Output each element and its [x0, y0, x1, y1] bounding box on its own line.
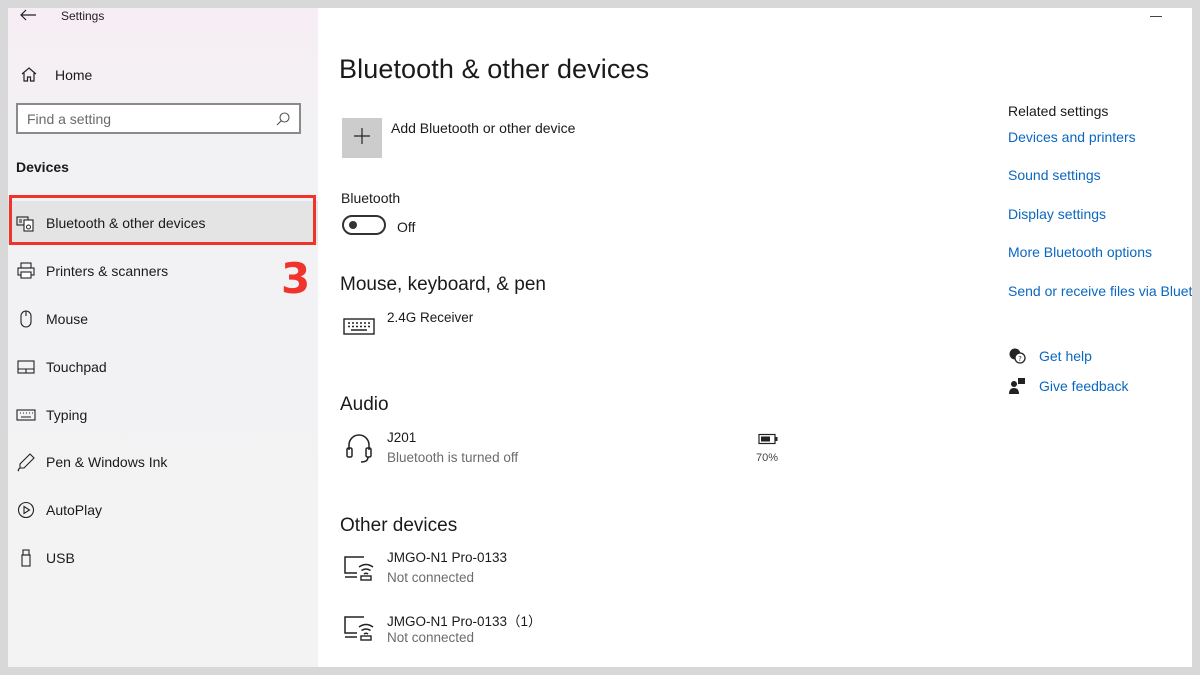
- sidebar: Settings Home Find a setting Devices Blu…: [8, 8, 318, 667]
- search-icon[interactable]: [275, 111, 291, 127]
- device-status: Not connected: [387, 630, 475, 645]
- sidebar-item-label: Bluetooth & other devices: [46, 215, 206, 231]
- bluetooth-devices-icon: [16, 213, 36, 233]
- keyboard-icon: [16, 405, 36, 425]
- add-device-button[interactable]: [342, 118, 382, 158]
- link-more-bluetooth-options[interactable]: More Bluetooth options: [1008, 244, 1152, 260]
- bluetooth-state: Off: [397, 219, 416, 235]
- give-feedback-link[interactable]: Give feedback: [1008, 377, 1129, 395]
- group-title-mouse: Mouse, keyboard, & pen: [340, 274, 546, 295]
- group-title-audio: Audio: [340, 394, 389, 415]
- device-name: JMGO-N1 Pro-0133（1）: [387, 614, 542, 629]
- usb-icon: [16, 548, 36, 568]
- sidebar-item-label: Touchpad: [46, 359, 107, 375]
- battery-indicator: 70%: [756, 432, 796, 464]
- link-send-receive-files[interactable]: Send or receive files via Blueto: [1008, 283, 1192, 299]
- back-arrow-icon[interactable]: [16, 8, 40, 30]
- window-title: Settings: [61, 9, 105, 23]
- search-input[interactable]: Find a setting: [16, 103, 301, 134]
- page-title: Bluetooth & other devices: [339, 54, 650, 84]
- mouse-icon: [16, 309, 36, 329]
- sidebar-item-mouse[interactable]: Mouse: [8, 297, 318, 341]
- link-devices-and-printers[interactable]: Devices and printers: [1008, 129, 1136, 145]
- minimize-icon[interactable]: [1150, 16, 1162, 17]
- sidebar-item-bluetooth[interactable]: Bluetooth & other devices: [8, 201, 318, 245]
- get-help-label: Get help: [1039, 348, 1092, 364]
- give-feedback-label: Give feedback: [1039, 378, 1129, 394]
- bluetooth-toggle[interactable]: [342, 215, 386, 235]
- home-label: Home: [55, 67, 93, 83]
- autoplay-icon: [16, 500, 36, 520]
- device-item[interactable]: 2.4G Receiver: [340, 310, 840, 354]
- settings-window: Settings Home Find a setting Devices Blu…: [8, 8, 1192, 667]
- printer-icon: [16, 261, 36, 281]
- sidebar-item-printers[interactable]: Printers & scanners: [8, 249, 318, 293]
- sidebar-item-label: AutoPlay: [46, 502, 103, 518]
- keyboard-icon: [342, 310, 376, 344]
- touchpad-icon: [16, 357, 36, 377]
- bluetooth-label: Bluetooth: [341, 190, 401, 206]
- title-bar: Settings: [8, 8, 318, 38]
- link-sound-settings[interactable]: Sound settings: [1008, 167, 1101, 183]
- get-help-link[interactable]: ? Get help: [1008, 347, 1092, 365]
- sidebar-item-usb[interactable]: USB: [8, 536, 318, 580]
- sidebar-item-home[interactable]: Home: [16, 60, 306, 90]
- help-chat-icon: ?: [1008, 347, 1026, 365]
- sidebar-item-pen[interactable]: Pen & Windows Ink: [8, 440, 318, 484]
- link-display-settings[interactable]: Display settings: [1008, 206, 1106, 222]
- add-device-label[interactable]: Add Bluetooth or other device: [391, 120, 575, 136]
- sidebar-item-label: Printers & scanners: [46, 263, 169, 279]
- svg-text:?: ?: [1018, 355, 1022, 363]
- feedback-icon: [1008, 377, 1026, 395]
- device-item[interactable]: JMGO-N1 Pro-0133（1） Not connected: [340, 610, 840, 654]
- battery-icon: [756, 432, 778, 449]
- device-status: Not connected: [387, 570, 475, 585]
- device-name: J201: [387, 430, 417, 445]
- sidebar-item-typing[interactable]: Typing: [8, 393, 318, 437]
- device-item[interactable]: JMGO-N1 Pro-0133 Not connected: [340, 550, 840, 594]
- device-status: Bluetooth is turned off: [387, 450, 519, 465]
- toggle-knob: [349, 221, 357, 229]
- wireless-display-icon: [342, 550, 376, 584]
- section-title: Devices: [16, 159, 69, 175]
- headset-icon: [342, 430, 376, 464]
- sidebar-item-label: Pen & Windows Ink: [46, 454, 168, 470]
- sidebar-item-label: Mouse: [46, 311, 89, 327]
- related-settings-title: Related settings: [1008, 103, 1109, 119]
- sidebar-item-touchpad[interactable]: Touchpad: [8, 345, 318, 389]
- annotation-step-number: 3: [281, 254, 311, 303]
- battery-percentage: 70%: [756, 452, 779, 464]
- sidebar-item-autoplay[interactable]: AutoPlay: [8, 488, 318, 532]
- plus-icon: [353, 127, 371, 150]
- wireless-display-icon: [342, 610, 376, 644]
- main-content: Bluetooth & other devices Add Bluetooth …: [318, 8, 1192, 667]
- device-name: 2.4G Receiver: [387, 310, 474, 325]
- sidebar-item-label: USB: [46, 550, 75, 566]
- pen-icon: [16, 452, 36, 472]
- search-placeholder: Find a setting: [27, 110, 112, 127]
- sidebar-item-label: Typing: [46, 407, 88, 423]
- device-name: JMGO-N1 Pro-0133: [387, 550, 508, 565]
- home-icon: [18, 64, 40, 86]
- group-title-other: Other devices: [340, 515, 458, 536]
